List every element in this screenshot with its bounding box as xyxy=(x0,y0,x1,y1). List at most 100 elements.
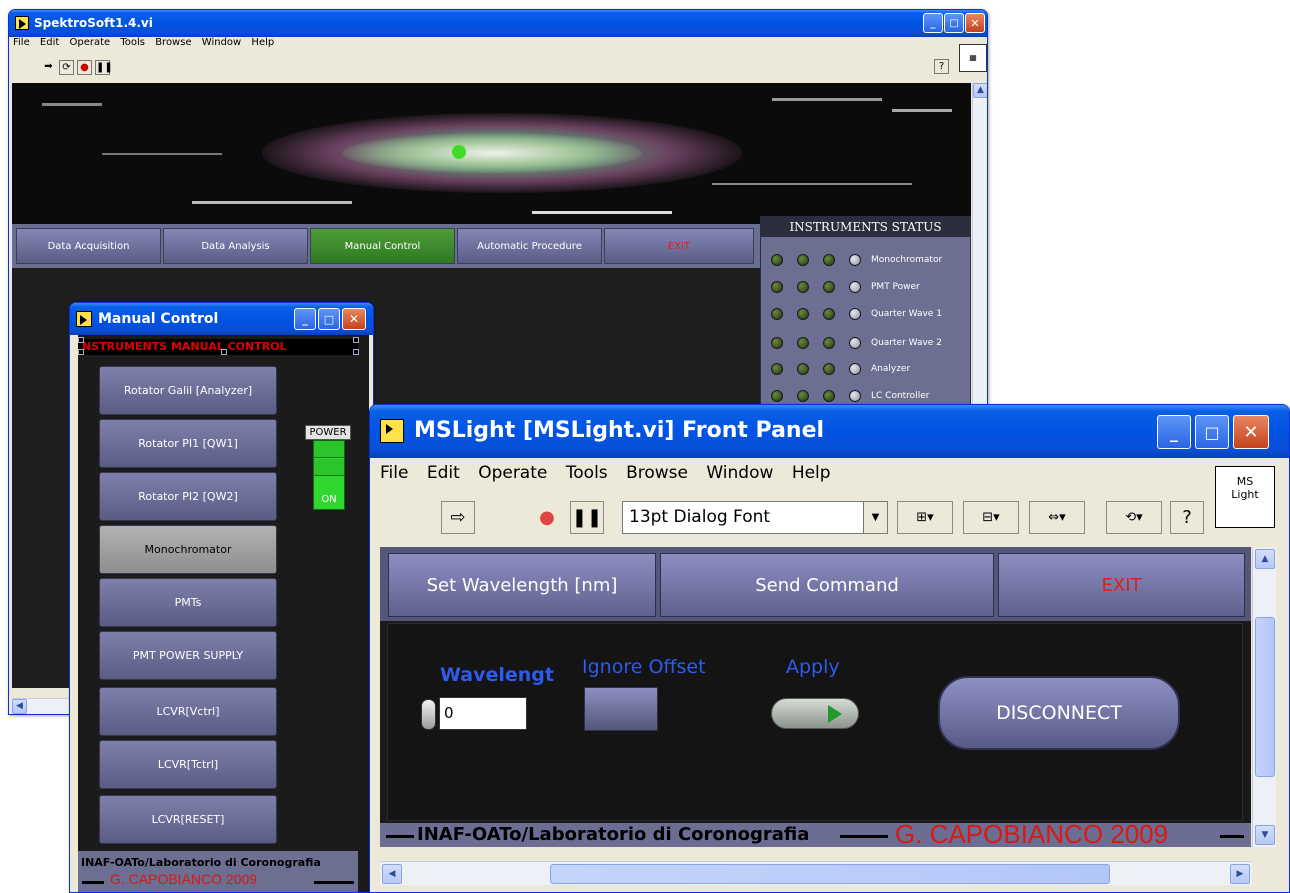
run-continuous-icon[interactable]: ⟳ xyxy=(59,60,74,75)
ignore-offset-toggle[interactable] xyxy=(584,687,658,731)
minimize-icon[interactable]: _ xyxy=(294,308,316,330)
rotator-pi2-button[interactable]: Rotator PI2 [QW2] xyxy=(99,472,277,521)
menu-window[interactable]: Window xyxy=(706,458,773,488)
context-help-icon[interactable]: ? xyxy=(1170,501,1204,534)
instruments-status-panel: INSTRUMENTS STATUS Monochromator PMT Pow… xyxy=(760,216,971,416)
rotator-pi1-button[interactable]: Rotator PI1 [QW1] xyxy=(99,419,277,468)
footer-author-text: G. CAPOBIANCO 2009 xyxy=(895,819,1169,849)
reorder-icon[interactable]: ⟲▾ xyxy=(1106,501,1162,534)
manual-control-titlebar[interactable]: Manual Control _ □ ✕ xyxy=(70,303,373,335)
scroll-left-icon[interactable]: ◀ xyxy=(12,699,27,714)
mslight-menubar: File Edit Operate Tools Browse Window He… xyxy=(370,458,1289,488)
scroll-right-icon[interactable]: ▶ xyxy=(1230,864,1250,884)
distribute-objects-icon[interactable]: ⊟▾ xyxy=(963,501,1019,534)
run-arrow-icon[interactable]: ⇨ xyxy=(441,501,475,534)
maximize-icon[interactable]: □ xyxy=(1195,415,1229,449)
menu-file[interactable]: File xyxy=(13,37,30,48)
manual-control-footer: INAF-OATo/Laboratorio di Coronografia G.… xyxy=(78,851,358,892)
increment-decrement-icon[interactable] xyxy=(421,699,436,730)
wavelength-input[interactable]: 0 xyxy=(439,697,527,730)
scroll-down-icon[interactable]: ▼ xyxy=(1255,825,1275,845)
selection-handle xyxy=(78,349,84,355)
manual-control-button[interactable]: Manual Control xyxy=(310,228,455,264)
mslight-window: MSLight [MSLight.vi] Front Panel _ □ ✕ F… xyxy=(369,404,1290,893)
help-icon[interactable]: ? xyxy=(934,59,949,74)
close-icon[interactable]: ✕ xyxy=(965,13,985,33)
font-ring-select[interactable]: 13pt Dialog Font ▼ xyxy=(622,501,888,534)
mslight-vertical-scrollbar[interactable]: ▲ ▼ xyxy=(1252,547,1276,847)
mslight-titlebar[interactable]: MSLight [MSLight.vi] Front Panel _ □ ✕ xyxy=(370,405,1289,458)
led-icon xyxy=(823,308,835,320)
close-icon[interactable]: ✕ xyxy=(1233,415,1269,449)
footer-lab-text: INAF-OATo/Laboratorio di Coronografia xyxy=(417,824,810,845)
led-icon xyxy=(771,254,783,266)
menu-edit[interactable]: Edit xyxy=(40,37,59,48)
disconnect-button[interactable]: DISCONNECT xyxy=(938,676,1180,750)
selection-handle xyxy=(221,349,227,355)
maximize-icon[interactable]: □ xyxy=(944,13,964,33)
scroll-thumb[interactable] xyxy=(1255,617,1275,777)
minimize-icon[interactable]: _ xyxy=(923,13,943,33)
close-icon[interactable]: ✕ xyxy=(342,308,366,330)
monochromator-button[interactable]: Monochromator xyxy=(99,525,277,574)
abort-icon[interactable]: ● xyxy=(530,501,564,534)
spektrosoft-menubar: File Edit Operate Tools Browse Window He… xyxy=(9,37,987,54)
led-icon xyxy=(771,390,783,402)
scroll-left-icon[interactable]: ◀ xyxy=(382,864,402,884)
minimize-icon[interactable]: _ xyxy=(1157,415,1191,449)
mslight-title: MSLight [MSLight.vi] Front Panel xyxy=(414,418,825,443)
scroll-up-icon[interactable]: ▲ xyxy=(1255,549,1275,569)
led-icon xyxy=(849,308,861,320)
scroll-up-icon[interactable]: ▲ xyxy=(973,83,987,98)
manual-control-panel: NSTRUMENTS MANUAL CONTROL Rotator Galil … xyxy=(78,335,369,892)
align-objects-icon[interactable]: ⊞▾ xyxy=(897,501,953,534)
scroll-thumb[interactable] xyxy=(550,864,1110,884)
led-icon xyxy=(771,337,783,349)
pmts-button[interactable]: PMTs xyxy=(99,578,277,627)
set-wavelength-button[interactable]: Set Wavelength [nm] xyxy=(388,553,656,617)
menu-edit[interactable]: Edit xyxy=(427,458,460,488)
menu-file[interactable]: File xyxy=(380,458,408,488)
pause-icon[interactable]: ❚❚ xyxy=(95,60,113,75)
led-icon xyxy=(797,254,809,266)
lcvr-vctrl-button[interactable]: LCVR[Vctrl] xyxy=(99,687,277,736)
led-icon xyxy=(797,308,809,320)
exit-button[interactable]: EXIT xyxy=(604,228,754,264)
pause-icon[interactable]: ❚❚ xyxy=(570,501,604,534)
apply-button[interactable] xyxy=(771,698,859,729)
menu-operate[interactable]: Operate xyxy=(478,458,547,488)
spektrosoft-titlebar[interactable]: SpektroSoft1.4.vi _ □ ✕ xyxy=(9,10,987,37)
labview-vi-icon xyxy=(380,419,404,443)
led-icon xyxy=(771,308,783,320)
send-command-button[interactable]: Send Command xyxy=(660,553,994,617)
menu-help[interactable]: Help xyxy=(251,37,274,48)
data-analysis-button[interactable]: Data Analysis xyxy=(163,228,308,264)
menu-browse[interactable]: Browse xyxy=(155,37,191,48)
menu-tools[interactable]: Tools xyxy=(566,458,608,488)
automatic-procedure-button[interactable]: Automatic Procedure xyxy=(457,228,602,264)
lcvr-reset-button[interactable]: LCVR[RESET] xyxy=(99,795,277,844)
abort-icon[interactable]: ● xyxy=(77,60,92,75)
manual-control-title: Manual Control xyxy=(98,311,219,327)
run-arrow-icon[interactable]: ➡ xyxy=(41,60,56,75)
led-icon xyxy=(771,363,783,375)
instruments-status-title: INSTRUMENTS STATUS xyxy=(761,217,970,237)
menu-browse[interactable]: Browse xyxy=(626,458,688,488)
spektrosoft-title: SpektroSoft1.4.vi xyxy=(34,16,153,30)
mslight-button-bar: Set Wavelength [nm] Send Command EXIT xyxy=(380,547,1251,621)
lcvr-tctrl-button[interactable]: LCVR[Tctrl] xyxy=(99,740,277,789)
menu-window[interactable]: Window xyxy=(202,37,241,48)
maximize-icon[interactable]: □ xyxy=(318,308,340,330)
resize-objects-icon[interactable]: ⇔▾ xyxy=(1029,501,1085,534)
menu-operate[interactable]: Operate xyxy=(69,37,110,48)
data-acquisition-button[interactable]: Data Acquisition xyxy=(16,228,161,264)
led-icon xyxy=(849,281,861,293)
menu-help[interactable]: Help xyxy=(792,458,831,488)
mslight-horizontal-scrollbar[interactable]: ◀ ▶ xyxy=(380,861,1252,885)
chevron-down-icon[interactable]: ▼ xyxy=(863,502,887,533)
power-switch[interactable]: ON xyxy=(313,440,345,510)
exit-button[interactable]: EXIT xyxy=(998,553,1245,617)
rotator-galil-button[interactable]: Rotator Galil [Analyzer] xyxy=(99,366,277,415)
pmt-power-supply-button[interactable]: PMT POWER SUPPLY xyxy=(99,631,277,680)
menu-tools[interactable]: Tools xyxy=(120,37,145,48)
